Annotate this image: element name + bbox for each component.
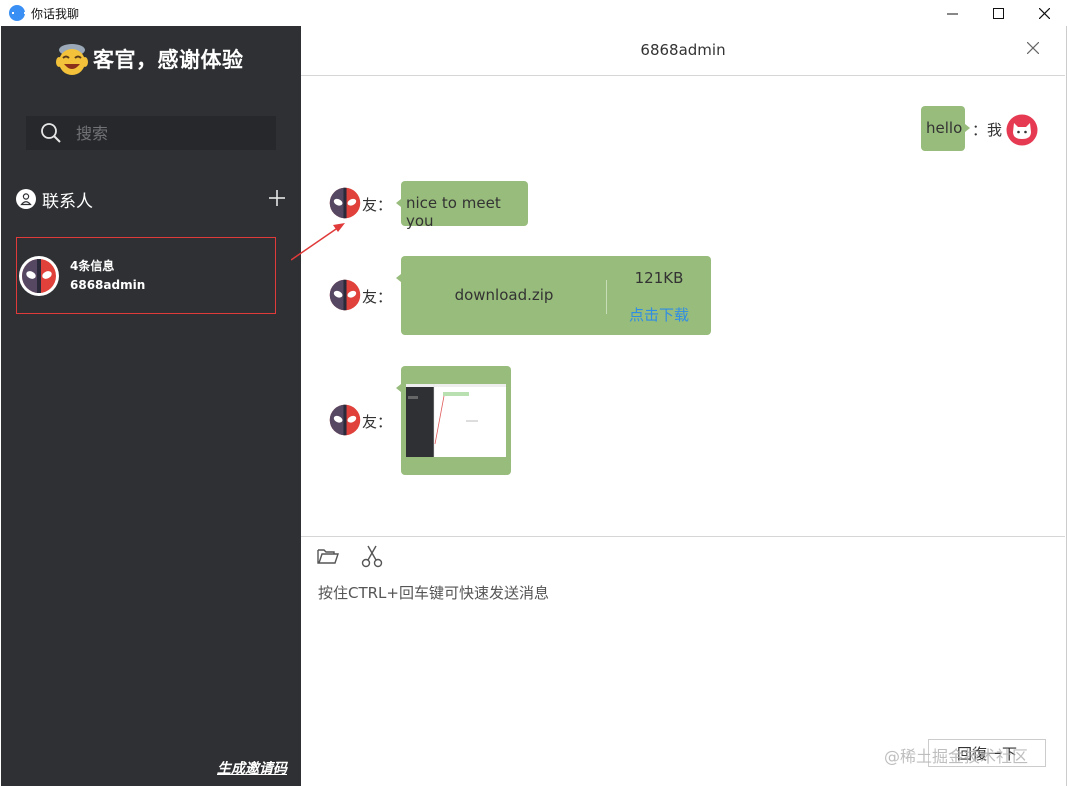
close-chat-icon[interactable]	[1027, 42, 1039, 54]
deadpool-avatar-icon	[19, 255, 59, 296]
chat-bubble-icon	[9, 5, 26, 21]
person-icon	[16, 189, 36, 209]
unread-count: 4条信息	[70, 258, 115, 273]
image-thumbnail[interactable]	[406, 384, 506, 457]
contacts-header: 联系人	[16, 186, 286, 212]
watermark: @稀土掘金技术社区	[884, 747, 1029, 766]
greeting: 客官，感谢体验	[53, 40, 244, 78]
window-title: 你话我聊	[31, 6, 80, 21]
sender-label-me: ：我	[972, 121, 1003, 139]
chat-header: 6868admin	[301, 26, 1065, 76]
cat-avatar-icon	[1006, 114, 1038, 146]
file-name: download.zip	[454, 286, 554, 304]
composer-placeholder[interactable]: 按住CTRL+回车键可快速发送消息	[318, 582, 549, 603]
message-bubble-friend: nice to meet you	[396, 181, 528, 230]
maximize-icon	[992, 7, 1004, 19]
chat-title: 6868admin	[640, 41, 726, 59]
annotation-arrow	[291, 223, 345, 261]
sender-label-friend: 友：	[362, 413, 393, 431]
message-list: hello ：我 友： nice to meet you 友： download…	[291, 77, 1065, 536]
search-input[interactable]	[76, 123, 256, 143]
file-size: 121KB	[634, 269, 684, 287]
deadpool-avatar-icon	[329, 187, 361, 219]
download-link[interactable]: 点击下载	[607, 304, 711, 325]
file-message-bubble: download.zip 121KB 点击下载	[396, 256, 711, 335]
close-window-button[interactable]	[1021, 0, 1067, 26]
sender-label-friend: 友：	[362, 288, 393, 306]
screenshot-thumbnail-image	[406, 384, 506, 457]
contact-info: 4条信息 6868admin	[70, 257, 145, 295]
minimize-button[interactable]	[929, 0, 975, 26]
chat-panel: 6868admin hello ：我 友： nice to meet you 友…	[291, 26, 1067, 786]
scissors-icon[interactable]	[361, 545, 383, 569]
contacts-title: 联系人	[42, 191, 93, 212]
contact-name: 6868admin	[70, 277, 146, 292]
laughing-face-avatar-icon	[56, 44, 88, 75]
maximize-button[interactable]	[975, 0, 1021, 26]
message-bubble-me: hello	[921, 106, 970, 151]
person-glyph-icon	[20, 193, 32, 206]
close-icon	[1038, 7, 1050, 19]
message-text: nice to meet you	[406, 194, 501, 230]
search-icon	[41, 123, 61, 143]
folder-open-icon[interactable]	[317, 547, 339, 565]
generate-invite-link[interactable]: 生成邀请码	[217, 758, 287, 778]
deadpool-avatar-icon	[329, 279, 361, 311]
contact-list-item[interactable]: 4条信息 6868admin	[16, 237, 276, 314]
sidebar: 客官，感谢体验 联系人	[1, 26, 301, 786]
greeting-text: 客官，感谢体验	[93, 48, 244, 72]
search-box[interactable]	[26, 116, 276, 150]
add-contact-icon[interactable]	[268, 189, 286, 207]
deadpool-avatar-icon	[329, 404, 361, 436]
title-bar: 你话我聊	[0, 0, 1067, 26]
message-composer: 按住CTRL+回车键可快速发送消息 回復一下 @稀土掘金技术社区	[301, 536, 1065, 786]
sender-label-friend: 友：	[362, 196, 393, 214]
image-message-bubble[interactable]	[396, 366, 511, 475]
minimize-icon	[946, 13, 958, 14]
app-window: 你话我聊 客官，感谢体验 搜索 联系人 4条信息 6868admin 生成邀请码…	[0, 0, 1067, 786]
message-text: hello	[926, 119, 963, 137]
